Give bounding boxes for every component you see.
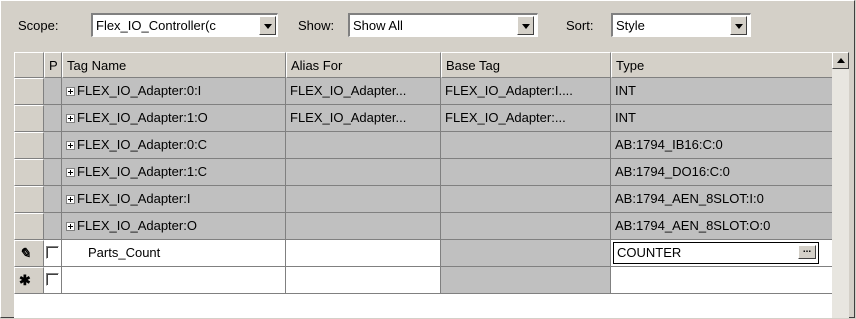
tag-name-cell[interactable]: Parts_Count	[62, 240, 286, 267]
tag-name-cell[interactable]: FLEX_IO_Adapter:0:I	[62, 78, 286, 105]
column-header-alias-for[interactable]: Alias For	[286, 52, 441, 78]
p-cell[interactable]	[44, 78, 62, 105]
row-selector[interactable]	[14, 105, 44, 132]
p-cell[interactable]	[44, 267, 62, 294]
tag-name-cell[interactable]: FLEX_IO_Adapter:O	[62, 213, 286, 240]
show-dropdown[interactable]: Show All	[348, 13, 538, 37]
p-cell[interactable]	[44, 105, 62, 132]
tag-name-cell[interactable]: FLEX_IO_Adapter:1:O	[62, 105, 286, 132]
vertical-scrollbar[interactable]	[832, 52, 849, 318]
alias-for-cell[interactable]	[286, 213, 441, 240]
type-cell[interactable]: INT	[611, 105, 846, 132]
row-selector[interactable]	[14, 186, 44, 213]
sort-dropdown-arrow-icon[interactable]	[730, 16, 747, 35]
type-edit-field[interactable]: COUNTER ...	[613, 242, 819, 264]
expand-plus-icon[interactable]	[66, 141, 75, 151]
expand-plus-icon[interactable]	[66, 168, 75, 178]
alias-for-cell[interactable]: FLEX_IO_Adapter...	[286, 105, 441, 132]
scroll-up-arrow-icon[interactable]	[832, 52, 849, 69]
asterisk-new-row-icon: ✱	[19, 272, 31, 288]
row-selector[interactable]	[14, 213, 44, 240]
sort-value: Style	[616, 18, 645, 33]
type-cell[interactable]: AB:1794_AEN_8SLOT:O:0	[611, 213, 846, 240]
row-selector[interactable]	[14, 78, 44, 105]
base-tag-cell[interactable]: FLEX_IO_Adapter:...	[441, 105, 611, 132]
sort-label: Sort:	[566, 18, 594, 33]
p-cell[interactable]	[44, 132, 62, 159]
tag-name-cell[interactable]: FLEX_IO_Adapter:I	[62, 186, 286, 213]
header-corner[interactable]	[14, 52, 44, 78]
base-tag-cell[interactable]	[441, 186, 611, 213]
row-selector[interactable]	[14, 132, 44, 159]
browse-ellipsis-button[interactable]: ...	[798, 245, 816, 259]
filter-toolbar: Scope: Flex_IO_Controller(c Show: Show A…	[0, 0, 856, 52]
produced-checkbox[interactable]	[46, 246, 59, 259]
p-cell[interactable]	[44, 186, 62, 213]
p-cell[interactable]	[44, 213, 62, 240]
type-cell[interactable]: INT	[611, 78, 846, 105]
type-cell[interactable]: AB:1794_IB16:C:0	[611, 132, 846, 159]
scope-dropdown-arrow-icon[interactable]	[259, 16, 276, 35]
column-header-p[interactable]: P	[44, 52, 62, 78]
column-header-base-tag[interactable]: Base Tag	[441, 52, 611, 78]
row-selector[interactable]: ✎	[14, 240, 44, 267]
scope-label: Scope:	[18, 18, 59, 33]
tag-name-cell[interactable]: FLEX_IO_Adapter:0:C	[62, 132, 286, 159]
expand-plus-icon[interactable]	[66, 87, 75, 97]
tag-grid: P Tag Name Alias For Base Tag Type FLEX_…	[14, 52, 846, 318]
alias-for-cell[interactable]	[286, 267, 441, 294]
scope-dropdown[interactable]: Flex_IO_Controller(c	[91, 13, 278, 37]
tag-name-cell[interactable]	[62, 267, 286, 294]
pencil-icon: ✎	[19, 245, 31, 261]
expand-plus-icon[interactable]	[66, 114, 75, 124]
base-tag-cell[interactable]	[441, 159, 611, 186]
p-cell[interactable]	[44, 240, 62, 267]
show-label: Show:	[298, 18, 335, 33]
show-dropdown-arrow-icon[interactable]	[517, 16, 534, 35]
produced-checkbox[interactable]	[46, 273, 59, 286]
type-cell[interactable]: AB:1794_DO16:C:0	[611, 159, 846, 186]
tag-name-cell[interactable]: FLEX_IO_Adapter:1:C	[62, 159, 286, 186]
row-selector[interactable]	[14, 159, 44, 186]
base-tag-cell[interactable]	[441, 267, 611, 294]
column-header-type[interactable]: Type	[611, 52, 846, 78]
alias-for-cell[interactable]	[286, 159, 441, 186]
alias-for-cell[interactable]	[286, 186, 441, 213]
sort-dropdown[interactable]: Style	[611, 13, 751, 37]
base-tag-cell[interactable]	[441, 240, 611, 267]
alias-for-cell[interactable]: FLEX_IO_Adapter...	[286, 78, 441, 105]
p-cell[interactable]	[44, 159, 62, 186]
expand-plus-icon[interactable]	[66, 195, 75, 205]
show-value: Show All	[353, 18, 403, 33]
type-cell[interactable]: COUNTER ...	[611, 240, 846, 267]
column-header-tag-name[interactable]: Tag Name	[62, 52, 286, 78]
expand-plus-icon[interactable]	[66, 222, 75, 232]
scope-value: Flex_IO_Controller(c	[96, 18, 216, 33]
type-cell[interactable]	[611, 267, 846, 294]
base-tag-cell[interactable]	[441, 213, 611, 240]
alias-for-cell[interactable]	[286, 132, 441, 159]
base-tag-cell[interactable]: FLEX_IO_Adapter:I....	[441, 78, 611, 105]
type-edit-value: COUNTER	[617, 245, 682, 260]
row-selector[interactable]: ✱	[14, 267, 44, 294]
alias-for-cell[interactable]	[286, 240, 441, 267]
type-cell[interactable]: AB:1794_AEN_8SLOT:I:0	[611, 186, 846, 213]
base-tag-cell[interactable]	[441, 132, 611, 159]
